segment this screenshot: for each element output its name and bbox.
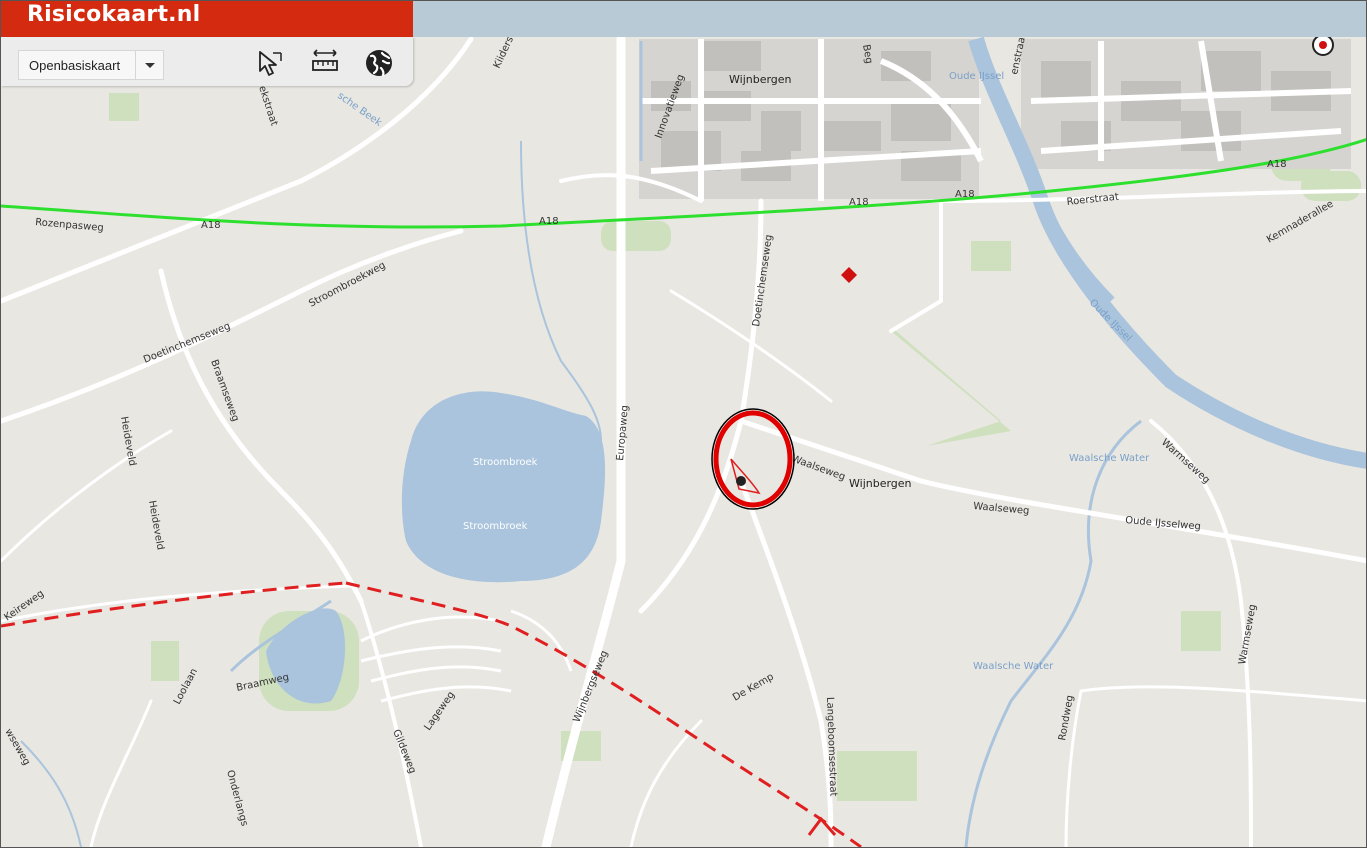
map-canvas[interactable]: Wijnbergen Wijnbergen Oude IJssel Oude I… bbox=[1, 1, 1367, 848]
basemap-dropdown[interactable]: Openbasiskaart bbox=[18, 50, 164, 80]
select-pointer-icon[interactable] bbox=[255, 47, 287, 79]
globe-icon[interactable] bbox=[363, 47, 395, 79]
water-label-waalsche-water: Waalsche Water bbox=[1069, 453, 1150, 464]
road-label-a18: A18 bbox=[201, 220, 221, 231]
water-label-stroombroek-2: Stroombroek bbox=[463, 521, 528, 532]
water-label-waalsche-water-2: Waalsche Water bbox=[973, 661, 1054, 672]
road-label-a18: A18 bbox=[1267, 159, 1287, 170]
app-title[interactable]: Risicokaart.nl bbox=[27, 2, 200, 27]
map-toolbar: Openbasiskaart bbox=[1, 37, 413, 86]
road-label-a18: A18 bbox=[849, 197, 869, 208]
road-label-a18: A18 bbox=[539, 216, 559, 227]
target-marker-icon[interactable] bbox=[1312, 34, 1334, 56]
place-label-wijnbergen: Wijnbergen bbox=[849, 477, 912, 490]
chevron-down-icon[interactable] bbox=[135, 51, 163, 79]
map-viewport[interactable]: Wijnbergen Wijnbergen Oude IJssel Oude I… bbox=[0, 0, 1367, 848]
basemap-selected-value: Openbasiskaart bbox=[29, 58, 121, 73]
app-header: Risicokaart.nl bbox=[1, 1, 413, 37]
place-label-wijnbergen-north: Wijnbergen bbox=[729, 73, 792, 86]
road-label-a18: A18 bbox=[955, 189, 975, 200]
water-label-stroombroek: Stroombroek bbox=[473, 457, 538, 468]
measure-ruler-icon[interactable] bbox=[309, 47, 341, 79]
water-label-oude-ijssel-north: Oude IJssel bbox=[949, 71, 1004, 82]
header-bar-extension bbox=[413, 1, 1366, 37]
